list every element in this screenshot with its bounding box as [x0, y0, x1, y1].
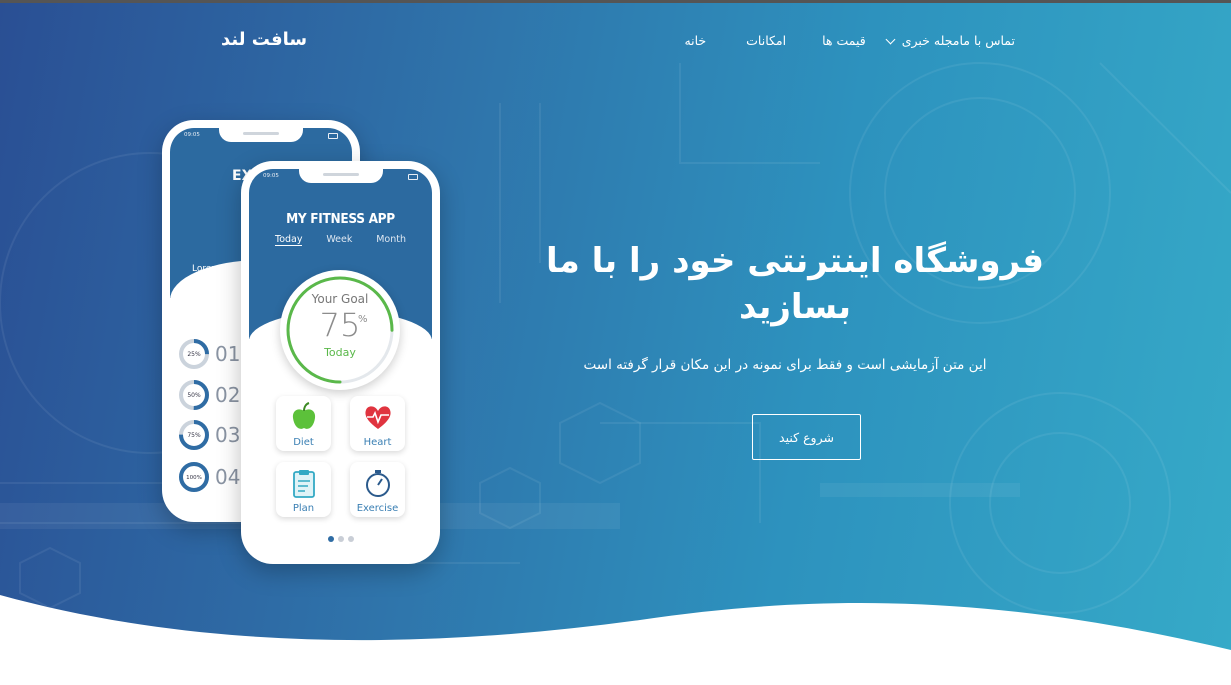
- goal-value: 75: [319, 306, 361, 344]
- status-time: 09:05: [263, 173, 279, 179]
- page-dot[interactable]: [347, 536, 354, 542]
- goal-unit: %: [358, 314, 368, 325]
- app-title: MY FITNESS APP: [286, 211, 395, 227]
- get-started-button[interactable]: شروع کنید: [752, 414, 861, 460]
- progress-ring-label: 25%: [187, 351, 201, 358]
- row-number: 03: [215, 423, 241, 447]
- tab-today[interactable]: Today: [275, 234, 303, 246]
- goal-period: Today: [324, 346, 356, 359]
- progress-ring-icon: 100%: [179, 462, 209, 492]
- app-tabs: Today Week Month: [275, 234, 406, 246]
- nav-item-home[interactable]: خانه: [684, 33, 706, 48]
- phone-notch: [219, 128, 303, 142]
- row-number: 01: [215, 342, 241, 366]
- goal-gauge: Your Goal 75 % Today: [280, 270, 400, 390]
- progress-row: 50% 02: [178, 379, 240, 411]
- tile-label: Diet: [293, 437, 314, 448]
- tile-exercise[interactable]: Exercise: [350, 462, 405, 517]
- nav-item-contact[interactable]: تماس با ما: [959, 33, 1015, 48]
- nav-item-blog[interactable]: مجله خبری: [885, 33, 960, 48]
- brand-logo[interactable]: سافت لند: [221, 29, 307, 50]
- progress-ring-label: 100%: [186, 475, 202, 481]
- hero-bottom-wave: [0, 595, 1231, 685]
- hero-title: فروشگاه اینترنتی خود را با ما بسازید: [546, 241, 1044, 327]
- progress-row: 100% 04: [178, 461, 240, 493]
- progress-ring-icon: 50%: [179, 380, 209, 410]
- status-time: 09:05: [184, 132, 200, 138]
- row-number: 04: [215, 465, 241, 489]
- battery-icon: [328, 133, 338, 139]
- progress-row: 25% 01: [178, 338, 240, 370]
- heart-pulse-icon: [364, 406, 391, 429]
- tab-week[interactable]: Week: [326, 234, 352, 246]
- nav-item-features[interactable]: امکانات: [746, 33, 786, 48]
- progress-row: 75% 03: [178, 419, 240, 451]
- nav-menu: خانه امکانات قیمت ها مجله خبری تماس با م…: [644, 33, 1015, 48]
- progress-ring-icon: 75%: [179, 420, 209, 450]
- tile-diet[interactable]: Diet: [276, 396, 331, 451]
- hero-section: سافت لند خانه امکانات قیمت ها مجله خبری …: [0, 3, 1231, 685]
- nav-item-pricing[interactable]: قیمت ها: [822, 33, 866, 48]
- goal-label: Your Goal: [311, 292, 369, 306]
- tile-label: Plan: [292, 503, 315, 514]
- phone-notch: [298, 169, 383, 183]
- hero-subtitle: این متن آزمایشی است و فقط برای نمونه در …: [583, 357, 987, 373]
- page-dot[interactable]: [327, 536, 334, 542]
- battery-icon: [408, 174, 418, 180]
- row-number: 02: [215, 383, 241, 407]
- progress-ring-icon: 25%: [179, 339, 209, 369]
- tile-heart[interactable]: Heart: [350, 396, 405, 451]
- chevron-down-icon: [885, 34, 896, 44]
- clipboard-icon: [292, 470, 315, 498]
- apple-icon: [292, 402, 315, 429]
- top-navbar: سافت لند خانه امکانات قیمت ها مجله خبری …: [0, 3, 1231, 78]
- tile-plan[interactable]: Plan: [276, 462, 331, 517]
- page-dots: [241, 536, 440, 542]
- progress-ring-label: 75%: [187, 432, 201, 439]
- tile-label: Heart: [363, 437, 392, 448]
- tab-month[interactable]: Month: [376, 234, 406, 246]
- tile-label: Exercise: [356, 503, 399, 514]
- stopwatch-icon: [365, 470, 390, 497]
- progress-ring-label: 50%: [187, 392, 201, 399]
- phone-mockup-front: 09:05 MY FITNESS APP Today Week Month Yo…: [241, 161, 440, 564]
- nav-item-blog-label: مجله خبری: [901, 33, 960, 48]
- page-dot[interactable]: [337, 536, 344, 542]
